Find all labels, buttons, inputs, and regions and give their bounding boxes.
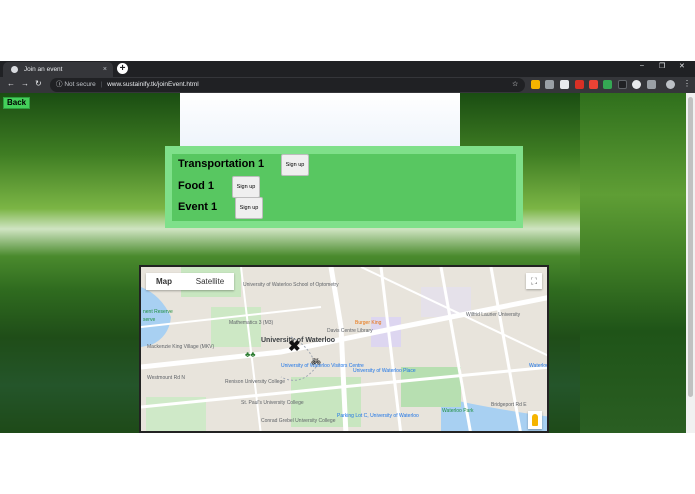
omnibox-divider: | [100, 81, 103, 88]
map-label: Waterloo Park [442, 408, 474, 414]
event-label-event: Event 1 [178, 201, 218, 213]
extension-icon[interactable] [647, 80, 656, 89]
back-button[interactable]: Back [3, 97, 31, 109]
forest-background-tile [580, 93, 695, 433]
sky-background [180, 93, 460, 148]
bookmark-star-icon[interactable]: ☆ [512, 80, 518, 88]
map-label: Conrad Grebel University College [261, 418, 336, 424]
map-type-map-button[interactable]: Map [146, 273, 182, 290]
top-margin [0, 0, 695, 61]
fullscreen-icon[interactable]: ⛶ [526, 273, 542, 289]
extension-icon[interactable] [589, 80, 598, 89]
browser-toolbar: ← → ↻ ⓘ Not secure | www.sustainify.tk/j… [0, 77, 695, 93]
location-marker-icon[interactable]: ✖ [288, 339, 301, 354]
map-label: Davis Centre Library [327, 328, 373, 334]
extension-icon[interactable] [603, 80, 612, 89]
extension-icon[interactable] [545, 80, 554, 89]
new-tab-icon[interactable]: + [117, 63, 128, 74]
browser-tab-bar: Join an event × + – ❐ ✕ [0, 61, 695, 77]
map-widget[interactable]: Map Satellite ⛶ University of Waterloo S… [139, 265, 549, 433]
info-icon[interactable]: ⓘ [56, 81, 63, 88]
profile-avatar-icon[interactable] [666, 80, 675, 89]
bicycle-icon: 🚲︎ [311, 357, 322, 366]
address-bar[interactable]: ⓘ Not secure | www.sustainify.tk/joinEve… [50, 78, 525, 92]
window-close-icon[interactable]: ✕ [679, 62, 685, 70]
map-label: Wilfrid Laurier University [466, 312, 521, 318]
map-label: nent Reserve [143, 309, 173, 315]
close-tab-icon[interactable]: × [103, 62, 107, 77]
map-label: Mathematics 3 (M3) [229, 320, 274, 326]
url-text: www.sustainify.tk/joinEvent.html [107, 81, 199, 88]
map-label: St. Paul's University College [241, 400, 304, 406]
map-type-satellite-button[interactable]: Satellite [186, 273, 234, 290]
map-label: University of Waterloo Visitors Centre [281, 363, 364, 369]
bottom-margin [0, 433, 695, 494]
map-label: University of Waterloo Place [353, 368, 416, 374]
map-label: Mackenzie King Village (MKV) [147, 344, 215, 350]
reload-icon[interactable]: ↻ [35, 79, 42, 88]
map-label: Westmount Rd N [147, 375, 185, 381]
globe-icon [11, 65, 18, 73]
signup-button-event[interactable]: Sign up [235, 197, 263, 219]
street-view-pegman-icon[interactable] [528, 411, 542, 429]
event-label-transportation: Transportation 1 [178, 158, 265, 170]
signup-button-transportation[interactable]: Sign up [281, 154, 309, 176]
menu-kebab-icon[interactable]: ⋮ [683, 79, 691, 88]
map-label: Parking Lot C, University of Waterloo [337, 413, 419, 419]
moon-icon[interactable] [632, 80, 641, 89]
maximize-icon[interactable]: ❐ [659, 62, 665, 70]
browser-tab[interactable]: Join an event × [3, 62, 113, 77]
map-label: Renison University College [225, 379, 286, 385]
extension-icon[interactable] [575, 80, 584, 89]
map-label: Burger King [355, 320, 382, 326]
page-viewport: Back Transportation 1 Sign up Food 1 Sig… [0, 93, 695, 433]
extension-icon[interactable] [531, 80, 540, 89]
map-label: Bridgeport Rd E [491, 402, 527, 408]
tree-icon: ♣♣ [245, 350, 256, 359]
map-label: Waterloo [529, 363, 549, 369]
map-tiles [141, 267, 547, 431]
event-label-food: Food 1 [178, 180, 215, 192]
minimize-icon[interactable]: – [640, 62, 644, 69]
signup-button-food[interactable]: Sign up [232, 176, 260, 198]
map-label: University of Waterloo School of Optomet… [243, 282, 339, 288]
page-scrollbar-thumb[interactable] [688, 97, 693, 397]
back-arrow-icon[interactable]: ← [7, 79, 15, 88]
security-label: Not secure [64, 81, 96, 88]
forward-arrow-icon[interactable]: → [21, 79, 29, 88]
map-type-control: Map Satellite [146, 273, 234, 290]
extension-icon[interactable] [618, 80, 627, 89]
tab-title: Join an event [23, 66, 63, 73]
map-label: serve [143, 317, 156, 323]
extension-icon[interactable] [560, 80, 569, 89]
